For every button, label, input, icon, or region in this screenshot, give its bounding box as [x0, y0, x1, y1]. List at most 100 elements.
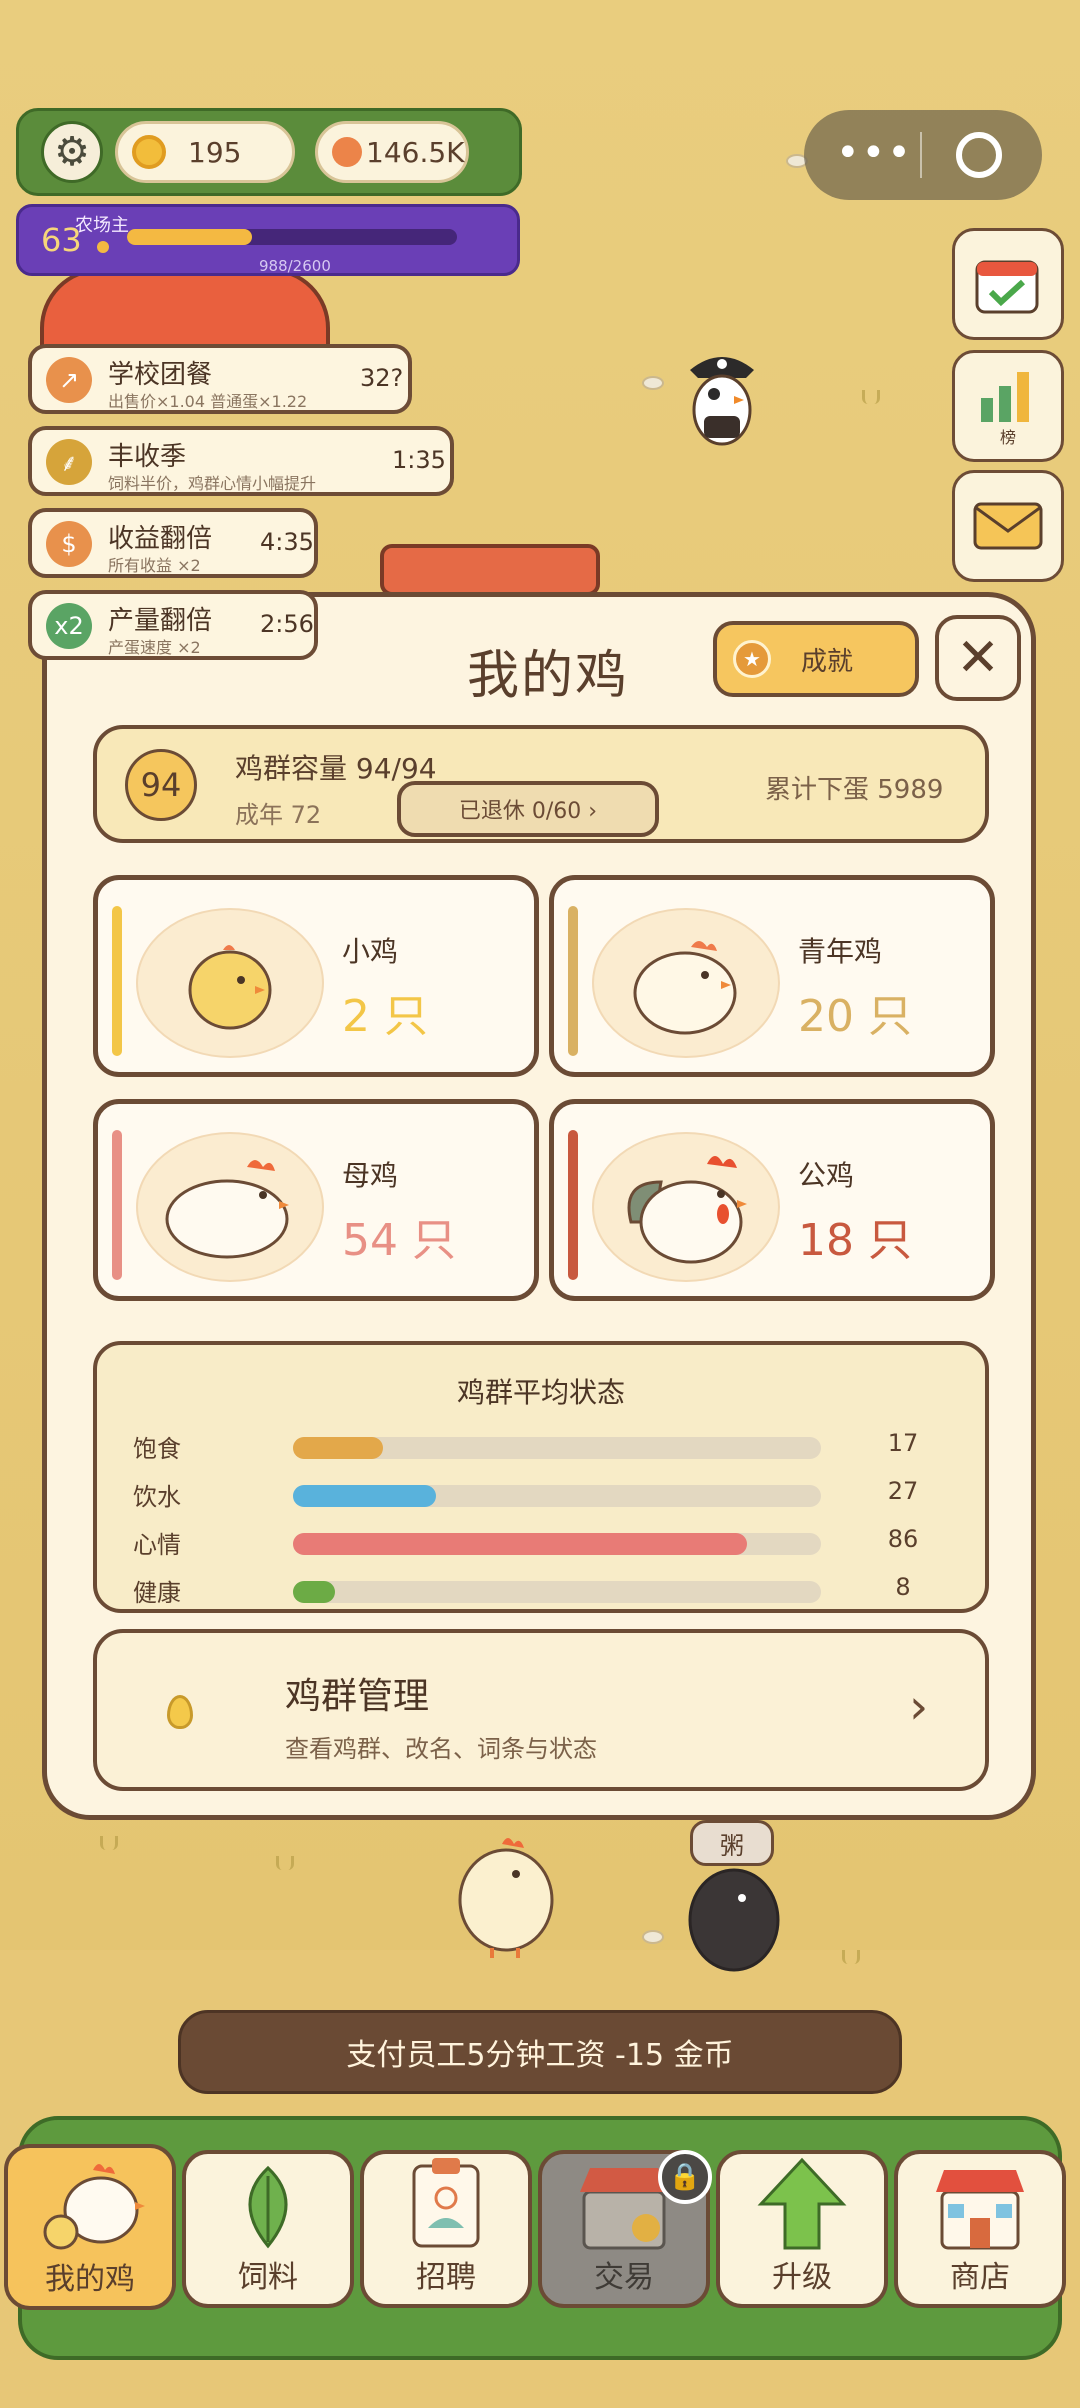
- chicken-name-tag: 粥: [690, 1820, 774, 1866]
- coin-icon: [132, 135, 166, 169]
- arrow-up-icon: [757, 2157, 847, 2250]
- nav-label: 饲料: [238, 2260, 298, 2295]
- status-value: 27: [887, 1477, 919, 1505]
- nav-label: 商店: [950, 2260, 1010, 2295]
- capsule-divider: [920, 132, 922, 178]
- close-miniprogram-icon[interactable]: [956, 132, 1002, 178]
- shop-icon: [936, 2170, 1024, 2250]
- grass-tuft: [276, 1856, 294, 1870]
- level-dot: [97, 241, 109, 253]
- event-banner[interactable]: $ 收益翻倍 所有收益 ×2 4:35: [28, 508, 318, 578]
- nav-upgrade[interactable]: 升级: [716, 2150, 888, 2308]
- resource-bar: ⚙ 195 146.5K: [16, 108, 522, 196]
- category-name: 公鸡: [798, 1159, 855, 1192]
- management-title: 鸡群管理: [285, 1676, 430, 1717]
- status-label: 饮水: [133, 1483, 181, 1511]
- double-icon: x2: [46, 603, 92, 649]
- average-status-panel: 鸡群平均状态 饱食 17 饮水 27 心情 86 健康 8: [93, 1341, 989, 1613]
- event-desc: 产蛋速度 ×2: [108, 638, 201, 657]
- leaderboard-button[interactable]: 榜: [952, 350, 1064, 462]
- grass-tuft: [862, 390, 880, 404]
- more-menu-icon[interactable]: •••: [836, 130, 913, 176]
- egg-counter[interactable]: 146.5K: [315, 121, 469, 183]
- status-title: 鸡群平均状态: [456, 1376, 625, 1409]
- nav-label: 升级: [772, 2260, 832, 2295]
- egg-amount: 146.5K: [366, 135, 465, 169]
- miniprogram-capsule: •••: [804, 110, 1042, 200]
- coin-counter[interactable]: 195: [115, 121, 295, 183]
- category-card-young[interactable]: 青年鸡 20 只: [549, 875, 995, 1077]
- event-timer: 4:35: [260, 528, 314, 556]
- level-bar[interactable]: 63 农场主 988/2600: [16, 204, 520, 276]
- wage-toast: 支付员工5分钟工资 -15 金币: [178, 2010, 902, 2094]
- retired-button[interactable]: 已退休 0/60 ›: [397, 781, 659, 837]
- clipboard-icon: [412, 2158, 480, 2248]
- close-icon[interactable]: ✕: [935, 615, 1021, 701]
- flock-capacity-panel: 94 鸡群容量 94/94 成年 72 已退休 0/60 › 累计下蛋 5989: [93, 725, 989, 843]
- status-fill: [293, 1437, 383, 1459]
- capacity-badge: 94: [125, 749, 197, 821]
- category-name: 母鸡: [342, 1159, 399, 1192]
- coin-amount: 195: [188, 135, 242, 169]
- mail-button[interactable]: [952, 470, 1064, 582]
- category-card-hen[interactable]: 母鸡 54 只: [93, 1099, 539, 1301]
- lock-icon: 🔒: [658, 2150, 712, 2204]
- nav-shop[interactable]: 商店: [894, 2150, 1066, 2308]
- achievements-label: 成就: [801, 646, 854, 677]
- nav-my-chickens[interactable]: 我的鸡: [4, 2144, 176, 2310]
- event-timer: 32?: [360, 364, 404, 392]
- category-card-chick[interactable]: 小鸡 2 只: [93, 875, 539, 1077]
- management-desc: 查看鸡群、改名、词条与状态: [285, 1735, 597, 1763]
- leaf-icon: [248, 2165, 288, 2249]
- pebble: [642, 376, 664, 390]
- event-desc: 所有收益 ×2: [108, 556, 201, 575]
- grass-tuft: [842, 1950, 860, 1964]
- chicken-icon: [43, 2164, 145, 2250]
- status-fill: [293, 1533, 748, 1555]
- nav-recruit[interactable]: 招聘: [360, 2150, 532, 2308]
- category-card-rooster[interactable]: 公鸡 18 只: [549, 1099, 995, 1301]
- black-chicken[interactable]: [684, 1862, 784, 1976]
- rooster-illustration: [592, 1132, 780, 1282]
- chick-illustration: [136, 908, 324, 1058]
- capacity-title: 鸡群容量 94/94: [235, 752, 437, 785]
- event-timer: 1:35: [392, 446, 446, 474]
- egg-currency-icon: [332, 137, 362, 167]
- settings-gear-icon[interactable]: ⚙: [41, 121, 103, 183]
- status-track: [293, 1437, 821, 1459]
- calendar-icon: [975, 260, 1039, 314]
- young-chicken-illustration: [592, 908, 780, 1058]
- status-value: 17: [887, 1429, 919, 1457]
- chevron-right-icon: ›: [909, 1679, 929, 1735]
- category-stripe: [112, 1130, 122, 1280]
- event-banner[interactable]: ↗ 学校团餐 出售价×1.04 普通蛋×1.22 32?: [28, 344, 412, 414]
- status-label: 健康: [133, 1579, 181, 1607]
- flock-management-button[interactable]: 鸡群管理 查看鸡群、改名、词条与状态 ›: [93, 1629, 989, 1791]
- event-icon: ↗: [46, 357, 92, 403]
- field-chicken[interactable]: [452, 1830, 560, 1960]
- status-row-health: 健康 8: [133, 1569, 953, 1609]
- dollar-icon: $: [46, 521, 92, 567]
- status-label: 心情: [133, 1531, 181, 1559]
- category-stripe: [112, 906, 122, 1056]
- category-name: 青年鸡: [798, 935, 883, 968]
- category-stripe: [568, 1130, 578, 1280]
- calendar-checkin-button[interactable]: [952, 228, 1064, 340]
- achievements-button[interactable]: ★ 成就: [713, 621, 919, 697]
- status-row-satiety: 饱食 17: [133, 1425, 953, 1465]
- nav-feed[interactable]: 饲料: [182, 2150, 354, 2308]
- event-timer: 2:56: [260, 610, 314, 638]
- event-banner[interactable]: x2 产量翻倍 产蛋速度 ×2 2:56: [28, 590, 318, 660]
- category-name: 小鸡: [342, 935, 399, 968]
- status-label: 饱食: [133, 1435, 181, 1463]
- envelope-icon: [973, 502, 1043, 550]
- category-count: 18 只: [798, 1215, 912, 1266]
- bar-chart-icon: [981, 372, 1029, 422]
- event-banner[interactable]: ⸙ 丰收季 饲料半价，鸡群心情小幅提升 1:35: [28, 426, 454, 496]
- category-count: 54 只: [342, 1215, 456, 1266]
- event-desc: 饲料半价，鸡群心情小幅提升: [108, 474, 317, 493]
- pirate-chicken[interactable]: [684, 348, 760, 452]
- status-track: [293, 1533, 821, 1555]
- modal-title: 我的鸡: [467, 646, 630, 706]
- event-desc: 出售价×1.04 普通蛋×1.22: [108, 392, 308, 411]
